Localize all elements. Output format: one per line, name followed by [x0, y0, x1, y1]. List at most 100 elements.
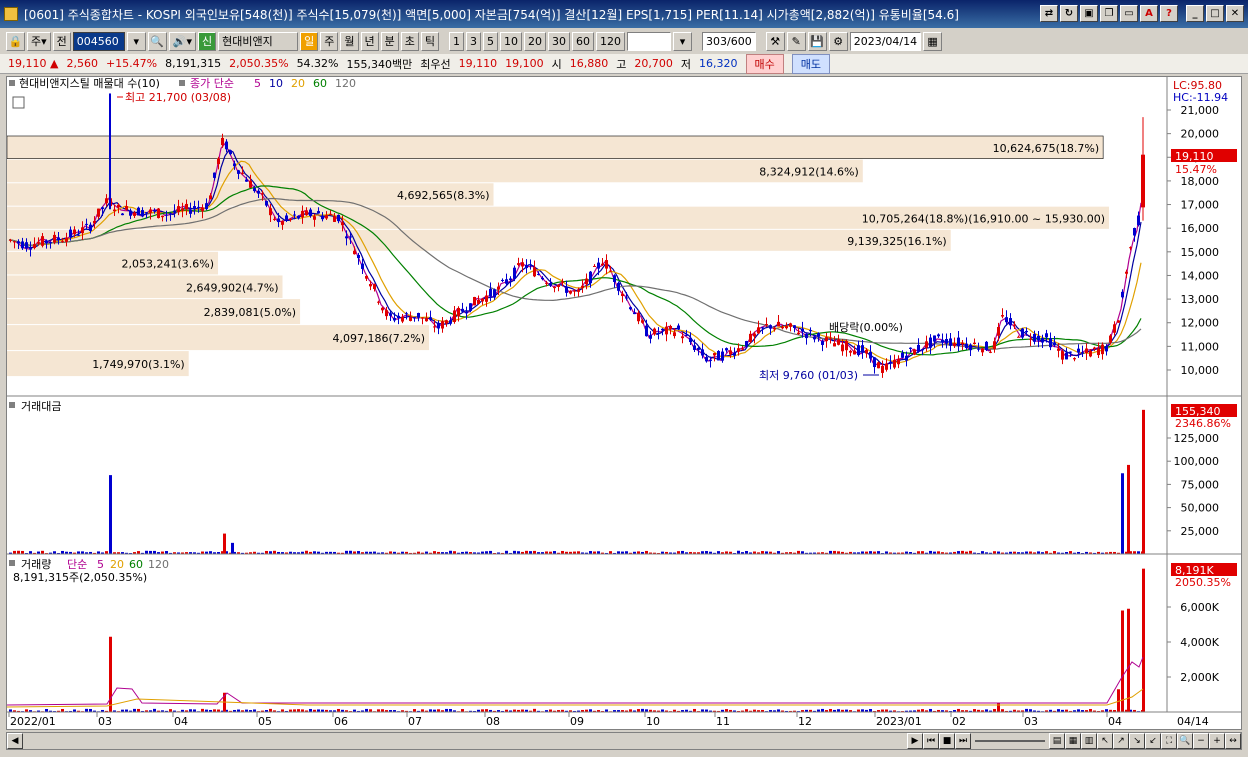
- search-icon[interactable]: 🔍: [147, 31, 167, 51]
- candle-body: [577, 289, 580, 292]
- period-week[interactable]: 주: [320, 31, 339, 51]
- date-input[interactable]: 2023/04/14: [849, 31, 922, 51]
- close-button[interactable]: ✕: [1226, 5, 1244, 22]
- buy-button[interactable]: 매수: [745, 53, 784, 74]
- candle-body: [1037, 336, 1040, 341]
- candle-body: [65, 237, 68, 242]
- calendar-icon[interactable]: ▦: [923, 31, 943, 51]
- candle-body: [289, 218, 292, 220]
- arrow-icon[interactable]: ↖: [1097, 733, 1113, 749]
- play-forward-icon[interactable]: ⏭: [955, 733, 971, 749]
- period-minute[interactable]: 분: [380, 31, 399, 51]
- profile-label: 4,097,186(7.2%): [333, 332, 426, 345]
- candle-body: [225, 141, 228, 150]
- interval-custom-input[interactable]: [627, 31, 671, 51]
- period-day[interactable]: 일: [300, 31, 319, 51]
- chart-scrollbar[interactable]: ◀ ▶ ⏮ ■ ⏭ ▤ ▦ ▥ ↖ ↗ ↘ ↙ ⛶ 🔍 − + ↔: [6, 732, 1242, 750]
- interval-120[interactable]: 120: [596, 31, 625, 51]
- zoom-icon[interactable]: 🔍: [1177, 733, 1193, 749]
- y-tick-label: 2,000K: [1180, 671, 1219, 684]
- layout3-icon[interactable]: ▥: [1081, 733, 1097, 749]
- period-year[interactable]: 년: [360, 31, 379, 51]
- pin-icon[interactable]: ▣: [1080, 5, 1098, 22]
- volume-spike: [1127, 608, 1130, 712]
- candle-body: [329, 213, 332, 215]
- interval-3[interactable]: 3: [466, 31, 481, 51]
- help-icon[interactable]: ?: [1160, 5, 1178, 22]
- zoom-slider[interactable]: [975, 740, 1045, 742]
- interval-1[interactable]: 1: [449, 31, 464, 51]
- y-tick-label: 10,000: [1181, 364, 1220, 377]
- window-titlebar: [0601] 주식종합차트 - KOSPI 외국인보유[548(천)] 주식수[…: [0, 0, 1248, 28]
- prev-button[interactable]: 전: [52, 31, 71, 51]
- credit-badge: 신: [198, 31, 217, 51]
- period-tick[interactable]: 틱: [420, 31, 439, 51]
- quote-row: 19,110 ▲ 2,560 +15.47% 8,191,315 2,050.3…: [0, 53, 1248, 74]
- font-icon[interactable]: A: [1140, 5, 1158, 22]
- candle-body: [649, 335, 652, 339]
- chart-svg[interactable]: 1,749,970(3.1%) 4,097,186(7.2%) 2,839,081(…: [6, 77, 1241, 729]
- candle-body: [89, 224, 92, 231]
- speaker-icon[interactable]: 🔊▾: [168, 31, 196, 51]
- window-title: [0601] 주식종합차트 - KOSPI 외국인보유[548(천)] 주식수[…: [24, 7, 959, 22]
- zoom-in-icon[interactable]: +: [1209, 733, 1225, 749]
- layout2-icon[interactable]: ▦: [1065, 733, 1081, 749]
- interval-10[interactable]: 10: [500, 31, 522, 51]
- period-month[interactable]: 월: [340, 31, 359, 51]
- sell-button[interactable]: 매도: [791, 53, 830, 74]
- chart-area[interactable]: 1,749,970(3.1%) 4,097,186(7.2%) 2,839,081(…: [6, 76, 1242, 730]
- count-input[interactable]: 303/600: [702, 31, 756, 51]
- candle-body: [757, 327, 760, 334]
- layout-icon[interactable]: ▤: [1049, 733, 1065, 749]
- candle-body: [673, 332, 676, 337]
- lock2-icon[interactable]: ⛶: [1161, 733, 1177, 749]
- copy-icon[interactable]: ❐: [1100, 5, 1118, 22]
- grid-toggle-icon[interactable]: [12, 96, 25, 109]
- candle-body: [1005, 317, 1008, 323]
- candle-body: [257, 190, 260, 194]
- candle-body: [929, 337, 932, 348]
- draw-icon[interactable]: ✎: [786, 31, 806, 51]
- arrow4-icon[interactable]: ↙: [1145, 733, 1161, 749]
- link-icon[interactable]: ⇄: [1040, 5, 1058, 22]
- tools-icon[interactable]: ⚒: [765, 31, 785, 51]
- save-icon[interactable]: 💾: [807, 31, 827, 51]
- market-select[interactable]: 주 ▾: [27, 31, 51, 51]
- arrow2-icon[interactable]: ↗: [1113, 733, 1129, 749]
- interval-30[interactable]: 30: [548, 31, 570, 51]
- candle-body: [509, 278, 512, 281]
- candle-body: [549, 283, 552, 286]
- interval-20[interactable]: 20: [524, 31, 546, 51]
- period-second[interactable]: 초: [400, 31, 419, 51]
- interval-60[interactable]: 60: [572, 31, 594, 51]
- scroll-right-icon[interactable]: ▶: [907, 733, 923, 749]
- zoom-out-icon[interactable]: −: [1193, 733, 1209, 749]
- minimize-button[interactable]: _: [1186, 5, 1204, 22]
- refresh-icon[interactable]: ↻: [1060, 5, 1078, 22]
- dropdown-icon[interactable]: ▾: [126, 31, 146, 51]
- amount-spike: [1127, 464, 1130, 554]
- settings-icon[interactable]: ⚙: [828, 31, 848, 51]
- current-price: 19,110 ▲: [8, 57, 58, 70]
- interval-5[interactable]: 5: [483, 31, 498, 51]
- candle-body: [653, 328, 656, 335]
- arrow3-icon[interactable]: ↘: [1129, 733, 1145, 749]
- scroll-left-icon[interactable]: ◀: [7, 733, 23, 749]
- stock-code-input[interactable]: 004560: [72, 31, 125, 51]
- volume-bars: [6, 568, 1145, 712]
- stop-icon[interactable]: ■: [939, 733, 955, 749]
- candle-body: [997, 327, 1000, 336]
- candle-body: [517, 263, 520, 265]
- play-back-icon[interactable]: ⏮: [923, 733, 939, 749]
- candle-body: [1057, 348, 1060, 351]
- candle-body: [1069, 351, 1072, 353]
- fit-icon[interactable]: ↔: [1225, 733, 1241, 749]
- candle-body: [1137, 215, 1140, 226]
- candle-body: [41, 236, 44, 246]
- maximize-button[interactable]: □: [1206, 5, 1224, 22]
- candle-body: [737, 348, 740, 352]
- candle-body: [913, 349, 916, 355]
- lock-icon[interactable]: 🔒: [6, 31, 25, 51]
- interval-dropdown-icon[interactable]: ▾: [673, 31, 692, 51]
- screen-icon[interactable]: ▭: [1120, 5, 1138, 22]
